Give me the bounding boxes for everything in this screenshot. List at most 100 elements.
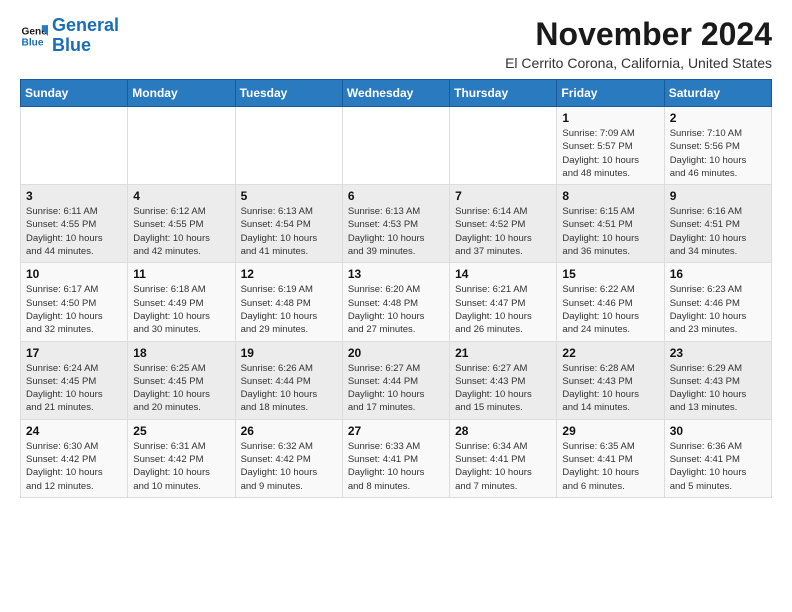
calendar-cell: 26 Sunrise: 6:32 AM Sunset: 4:42 PM Dayli… xyxy=(235,419,342,497)
day-number: 2 xyxy=(670,111,766,125)
day-info: Sunrise: 6:13 AM Sunset: 4:54 PM Dayligh… xyxy=(241,205,337,258)
calendar-header: SundayMondayTuesdayWednesdayThursdayFrid… xyxy=(21,80,772,107)
day-info: Sunrise: 6:29 AM Sunset: 4:43 PM Dayligh… xyxy=(670,362,766,415)
weekday-header-saturday: Saturday xyxy=(664,80,771,107)
day-info: Sunrise: 6:27 AM Sunset: 4:44 PM Dayligh… xyxy=(348,362,444,415)
calendar-cell: 11 Sunrise: 6:18 AM Sunset: 4:49 PM Dayli… xyxy=(128,263,235,341)
day-number: 7 xyxy=(455,189,551,203)
day-number: 3 xyxy=(26,189,122,203)
day-info: Sunrise: 6:15 AM Sunset: 4:51 PM Dayligh… xyxy=(562,205,658,258)
day-number: 11 xyxy=(133,267,229,281)
day-info: Sunrise: 6:34 AM Sunset: 4:41 PM Dayligh… xyxy=(455,440,551,493)
calendar-cell: 5 Sunrise: 6:13 AM Sunset: 4:54 PM Daylig… xyxy=(235,185,342,263)
day-number: 5 xyxy=(241,189,337,203)
calendar-cell: 30 Sunrise: 6:36 AM Sunset: 4:41 PM Dayli… xyxy=(664,419,771,497)
day-number: 19 xyxy=(241,346,337,360)
weekday-header-sunday: Sunday xyxy=(21,80,128,107)
calendar-cell: 3 Sunrise: 6:11 AM Sunset: 4:55 PM Daylig… xyxy=(21,185,128,263)
calendar-cell: 6 Sunrise: 6:13 AM Sunset: 4:53 PM Daylig… xyxy=(342,185,449,263)
weekday-header-friday: Friday xyxy=(557,80,664,107)
day-number: 12 xyxy=(241,267,337,281)
calendar-cell: 27 Sunrise: 6:33 AM Sunset: 4:41 PM Dayli… xyxy=(342,419,449,497)
calendar-cell xyxy=(21,107,128,185)
day-info: Sunrise: 6:25 AM Sunset: 4:45 PM Dayligh… xyxy=(133,362,229,415)
calendar-week-row: 3 Sunrise: 6:11 AM Sunset: 4:55 PM Daylig… xyxy=(21,185,772,263)
calendar-cell: 21 Sunrise: 6:27 AM Sunset: 4:43 PM Dayli… xyxy=(450,341,557,419)
weekday-header-wednesday: Wednesday xyxy=(342,80,449,107)
day-info: Sunrise: 6:21 AM Sunset: 4:47 PM Dayligh… xyxy=(455,283,551,336)
calendar-cell: 24Sunrise: 6:30 AM Sunset: 4:42 PM Dayli… xyxy=(21,419,128,497)
day-info: Sunrise: 6:28 AM Sunset: 4:43 PM Dayligh… xyxy=(562,362,658,415)
day-info: Sunrise: 6:17 AM Sunset: 4:50 PM Dayligh… xyxy=(26,283,122,336)
day-number: 13 xyxy=(348,267,444,281)
logo-text: General Blue xyxy=(52,16,119,56)
day-info: Sunrise: 6:12 AM Sunset: 4:55 PM Dayligh… xyxy=(133,205,229,258)
weekday-header-monday: Monday xyxy=(128,80,235,107)
day-info: Sunrise: 6:20 AM Sunset: 4:48 PM Dayligh… xyxy=(348,283,444,336)
weekday-header-tuesday: Tuesday xyxy=(235,80,342,107)
day-number: 25 xyxy=(133,424,229,438)
day-number: 21 xyxy=(455,346,551,360)
calendar-body: 1 Sunrise: 7:09 AM Sunset: 5:57 PM Daylig… xyxy=(21,107,772,498)
day-number: 17 xyxy=(26,346,122,360)
day-number: 15 xyxy=(562,267,658,281)
logo-line1: General xyxy=(52,15,119,35)
day-number: 4 xyxy=(133,189,229,203)
day-number: 23 xyxy=(670,346,766,360)
day-number: 27 xyxy=(348,424,444,438)
title-block: November 2024 El Cerrito Corona, Califor… xyxy=(505,16,772,71)
day-number: 8 xyxy=(562,189,658,203)
calendar-week-row: 17 Sunrise: 6:24 AM Sunset: 4:45 PM Dayli… xyxy=(21,341,772,419)
logo: General Blue General Blue xyxy=(20,16,119,56)
day-info: Sunrise: 6:24 AM Sunset: 4:45 PM Dayligh… xyxy=(26,362,122,415)
svg-text:Blue: Blue xyxy=(22,37,44,48)
day-number: 29 xyxy=(562,424,658,438)
day-info: Sunrise: 7:10 AM Sunset: 5:56 PM Dayligh… xyxy=(670,127,766,180)
calendar-cell xyxy=(235,107,342,185)
weekday-header-row: SundayMondayTuesdayWednesdayThursdayFrid… xyxy=(21,80,772,107)
day-info: Sunrise: 6:30 AM Sunset: 4:42 PM Dayligh… xyxy=(26,440,122,493)
day-info: Sunrise: 6:13 AM Sunset: 4:53 PM Dayligh… xyxy=(348,205,444,258)
day-info: Sunrise: 6:36 AM Sunset: 4:41 PM Dayligh… xyxy=(670,440,766,493)
day-info: Sunrise: 6:23 AM Sunset: 4:46 PM Dayligh… xyxy=(670,283,766,336)
calendar-cell: 2 Sunrise: 7:10 AM Sunset: 5:56 PM Daylig… xyxy=(664,107,771,185)
header-area: General Blue General Blue November 2024 … xyxy=(20,16,772,71)
day-info: Sunrise: 6:33 AM Sunset: 4:41 PM Dayligh… xyxy=(348,440,444,493)
calendar-cell: 23 Sunrise: 6:29 AM Sunset: 4:43 PM Dayli… xyxy=(664,341,771,419)
calendar-table: SundayMondayTuesdayWednesdayThursdayFrid… xyxy=(20,79,772,498)
calendar-cell xyxy=(342,107,449,185)
general-blue-icon: General Blue xyxy=(20,22,48,50)
day-info: Sunrise: 6:18 AM Sunset: 4:49 PM Dayligh… xyxy=(133,283,229,336)
day-info: Sunrise: 7:09 AM Sunset: 5:57 PM Dayligh… xyxy=(562,127,658,180)
day-info: Sunrise: 6:11 AM Sunset: 4:55 PM Dayligh… xyxy=(26,205,122,258)
day-info: Sunrise: 6:26 AM Sunset: 4:44 PM Dayligh… xyxy=(241,362,337,415)
day-number: 14 xyxy=(455,267,551,281)
calendar-cell: 22Sunrise: 6:28 AM Sunset: 4:43 PM Dayli… xyxy=(557,341,664,419)
day-number: 10 xyxy=(26,267,122,281)
logo-line2: Blue xyxy=(52,35,91,55)
day-number: 16 xyxy=(670,267,766,281)
calendar-cell: 20Sunrise: 6:27 AM Sunset: 4:44 PM Dayli… xyxy=(342,341,449,419)
calendar-cell: 9 Sunrise: 6:16 AM Sunset: 4:51 PM Daylig… xyxy=(664,185,771,263)
day-number: 9 xyxy=(670,189,766,203)
day-info: Sunrise: 6:35 AM Sunset: 4:41 PM Dayligh… xyxy=(562,440,658,493)
day-info: Sunrise: 6:19 AM Sunset: 4:48 PM Dayligh… xyxy=(241,283,337,336)
calendar-week-row: 24Sunrise: 6:30 AM Sunset: 4:42 PM Dayli… xyxy=(21,419,772,497)
weekday-header-thursday: Thursday xyxy=(450,80,557,107)
day-info: Sunrise: 6:16 AM Sunset: 4:51 PM Dayligh… xyxy=(670,205,766,258)
calendar-cell xyxy=(128,107,235,185)
calendar-cell: 10 Sunrise: 6:17 AM Sunset: 4:50 PM Dayli… xyxy=(21,263,128,341)
day-info: Sunrise: 6:32 AM Sunset: 4:42 PM Dayligh… xyxy=(241,440,337,493)
day-number: 6 xyxy=(348,189,444,203)
day-number: 28 xyxy=(455,424,551,438)
month-title: November 2024 xyxy=(505,16,772,53)
calendar-cell xyxy=(450,107,557,185)
calendar-cell: 18Sunrise: 6:25 AM Sunset: 4:45 PM Dayli… xyxy=(128,341,235,419)
day-info: Sunrise: 6:27 AM Sunset: 4:43 PM Dayligh… xyxy=(455,362,551,415)
day-number: 1 xyxy=(562,111,658,125)
day-number: 30 xyxy=(670,424,766,438)
calendar-cell: 15Sunrise: 6:22 AM Sunset: 4:46 PM Dayli… xyxy=(557,263,664,341)
day-number: 26 xyxy=(241,424,337,438)
location-subtitle: El Cerrito Corona, California, United St… xyxy=(505,55,772,71)
calendar-cell: 1 Sunrise: 7:09 AM Sunset: 5:57 PM Daylig… xyxy=(557,107,664,185)
